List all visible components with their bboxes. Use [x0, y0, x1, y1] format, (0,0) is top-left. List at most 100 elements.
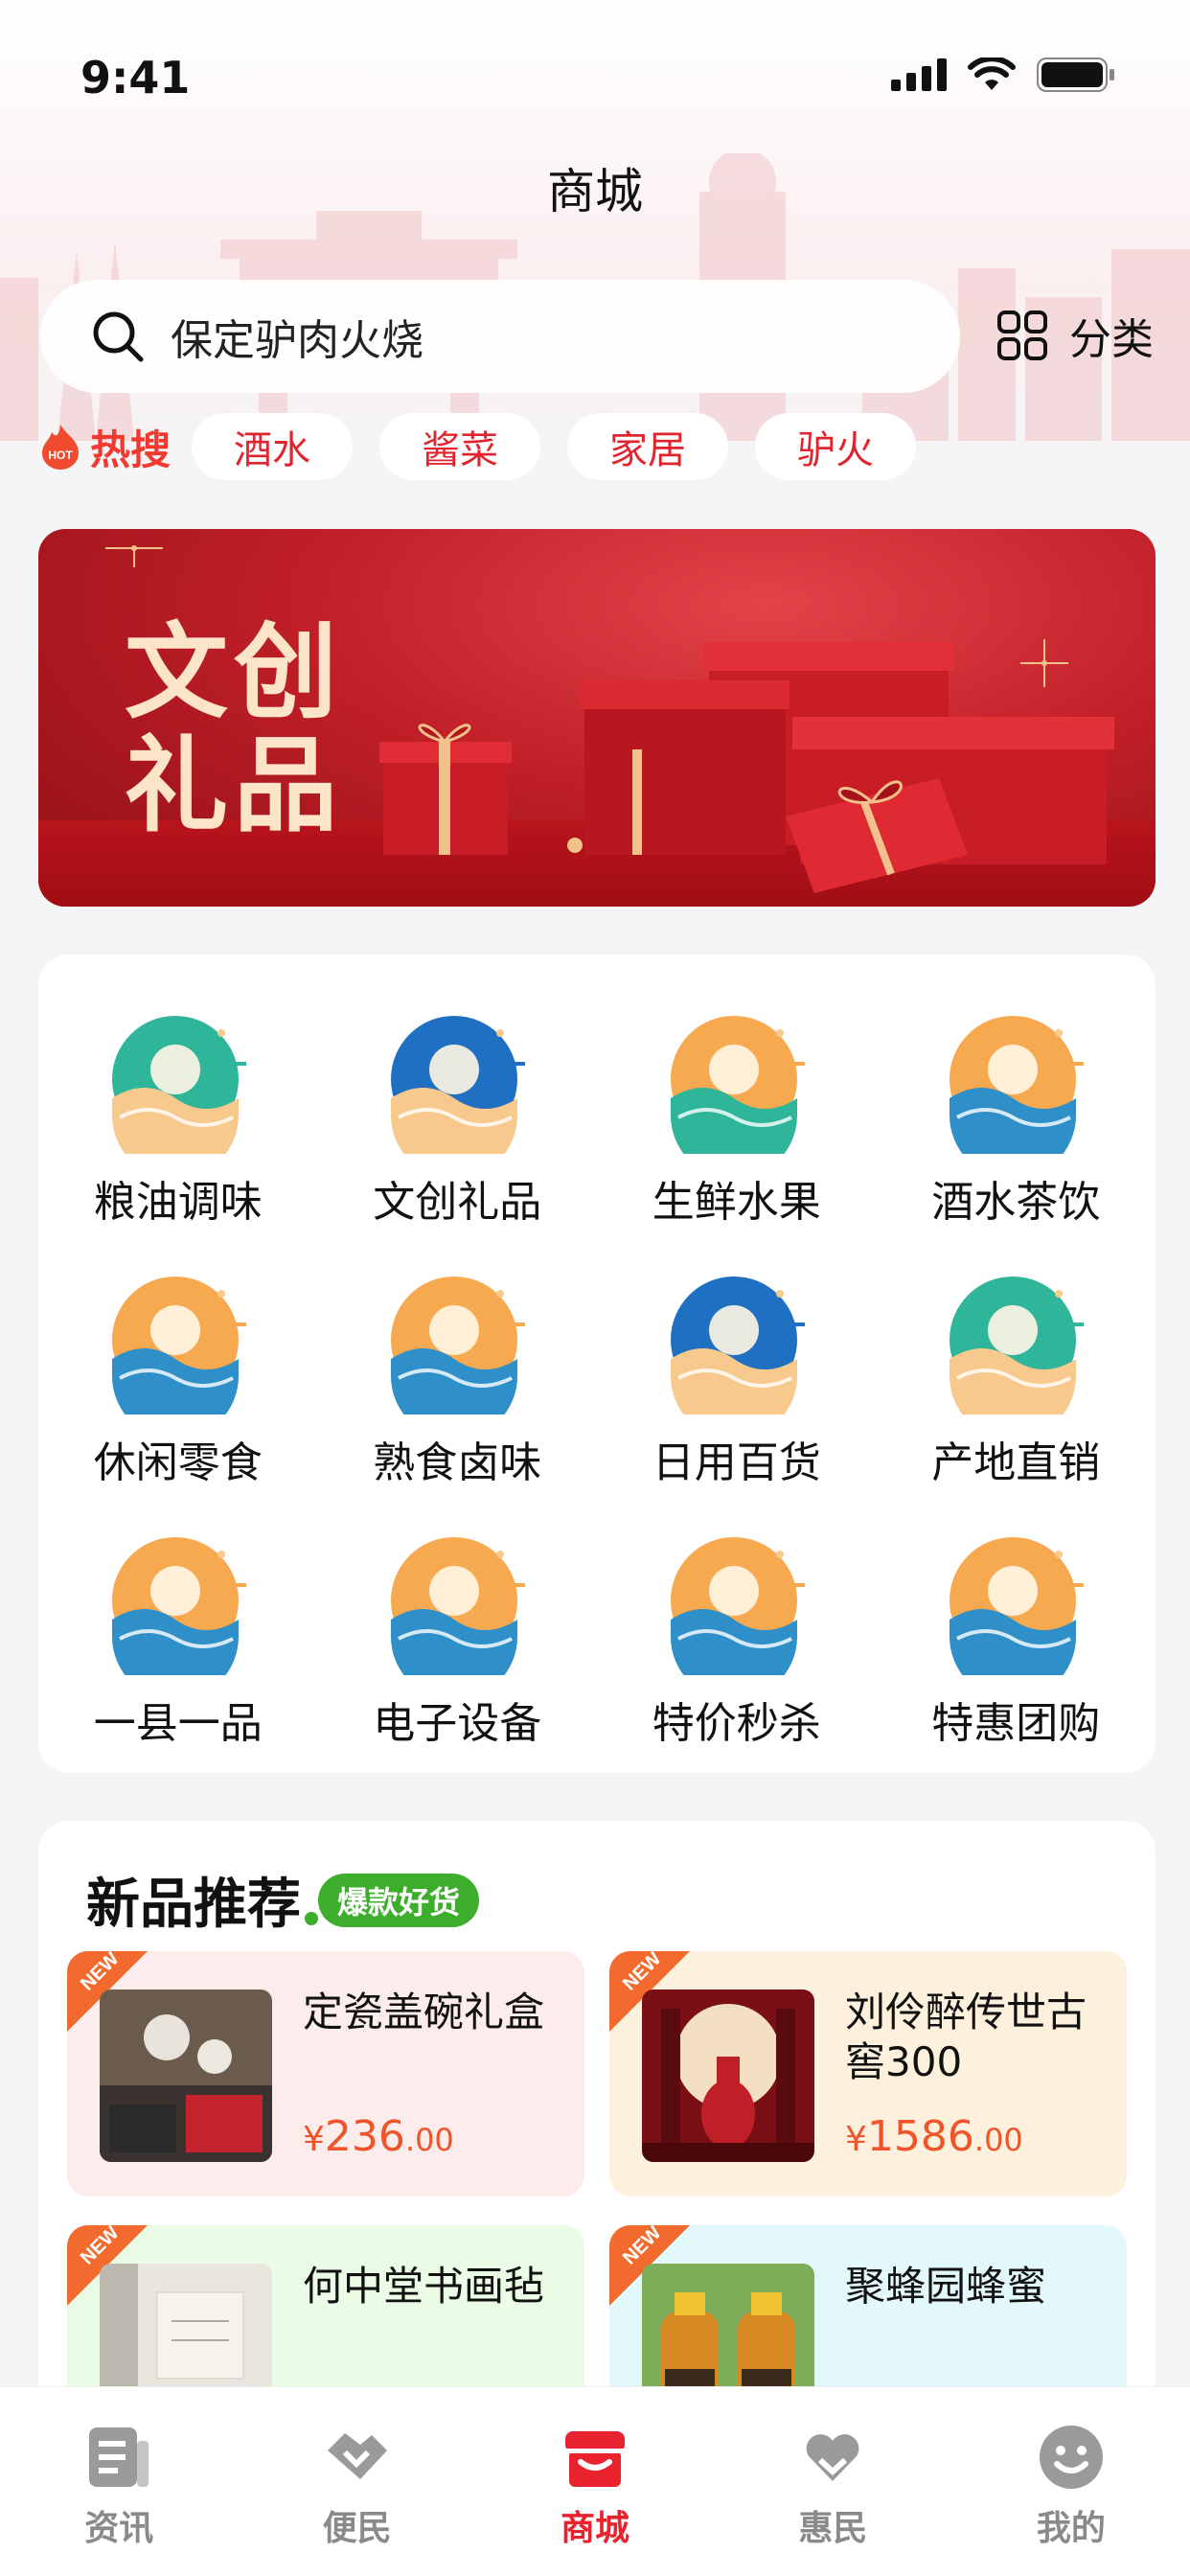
category-item[interactable]: 熟食卤味 [318, 1271, 598, 1489]
category-label: 特惠团购 [931, 1699, 1101, 1748]
tab-news[interactable]: 资讯 [0, 2387, 238, 2576]
lightning-icon [665, 1531, 809, 1700]
category-label: 酒水茶饮 [931, 1178, 1101, 1227]
category-item[interactable]: 酒水茶饮 [877, 1010, 1156, 1229]
gift-box-icon [665, 1271, 809, 1439]
product-price: ¥236.00 [303, 2112, 454, 2161]
search-icon [93, 311, 144, 362]
lotus-icon [944, 1271, 1087, 1439]
category-card: 粮油调味 文创礼品 生鲜水果 酒水茶饮休闲零食 熟食卤味 日用百货 产地直销一县一品 电子设备… [38, 954, 1156, 1773]
hot-flame-icon: HOT [42, 425, 79, 470]
status-icons [891, 58, 1115, 92]
category-label: 分类 [1069, 315, 1154, 364]
category-item[interactable]: 文创礼品 [318, 1010, 598, 1229]
new-products-header: 新品推荐 爆款好货 [86, 1861, 480, 1939]
category-grid: 粮油调味 文创礼品 生鲜水果 酒水茶饮休闲零食 熟食卤味 日用百货 产地直销一县一品 电子设备… [38, 1010, 1156, 1750]
cellular-signal-icon [891, 58, 947, 91]
status-bar: 9:41 [0, 0, 1190, 144]
category-label: 粮油调味 [93, 1178, 263, 1227]
product-card[interactable]: NEW 定瓷盖碗礼盒 ¥236.00 [67, 1951, 584, 2196]
product-image [100, 1990, 272, 2162]
liquor-bottle-photo [642, 1990, 814, 2162]
tab-label: 资讯 [84, 2509, 154, 2548]
heart-hands-icon [807, 2434, 859, 2481]
category-item[interactable]: 电子设备 [318, 1531, 598, 1750]
tab-label: 商城 [561, 2509, 630, 2548]
category-label: 熟食卤味 [373, 1438, 542, 1487]
hot-search-label: 热搜 [90, 426, 172, 473]
hot-search-badge: HOT 热搜 [38, 418, 171, 476]
category-label: 生鲜水果 [652, 1178, 821, 1227]
gift-boxes-illustration [105, 545, 1114, 893]
battery-icon [1037, 58, 1114, 92]
category-label: 休闲零食 [93, 1438, 263, 1487]
tab-mall[interactable]: 商城 [476, 2387, 714, 2576]
fan-icon [385, 1271, 529, 1439]
tab-label: 便民 [322, 2509, 392, 2548]
wine-jar-icon [944, 1010, 1087, 1179]
hot-chip[interactable]: 家居 [567, 413, 729, 480]
product-name: 何中堂书画毡 [303, 2263, 545, 2310]
price-currency: ¥ [845, 2120, 867, 2159]
county-skyline-icon [106, 1531, 250, 1700]
category-button[interactable]: 分类 [996, 305, 1154, 366]
profile-face-icon [1039, 2426, 1103, 2489]
product-price: ¥1586.00 [845, 2112, 1023, 2161]
tab-benefit[interactable]: 惠民 [714, 2387, 951, 2576]
product-name: 刘伶醉传世古窖300 [845, 1989, 1087, 2085]
category-label: 文创礼品 [373, 1178, 542, 1227]
store-icon [565, 2431, 626, 2487]
grain-oil-icon [106, 1010, 250, 1179]
hot-goods-tag: 爆款好货 [304, 1873, 480, 1927]
grid-category-icon [997, 310, 1047, 360]
news-icon [89, 2427, 149, 2487]
search-input[interactable]: 保定驴肉火烧 [40, 280, 960, 393]
hot-search-row: HOT 热搜 酒水 酱菜 家居 驴火 [38, 412, 943, 481]
category-item[interactable]: 日用百货 [597, 1271, 877, 1489]
category-item[interactable]: 特惠团购 [877, 1531, 1156, 1750]
page-title: 商城 [547, 164, 643, 219]
shopping-bag-icon [944, 1531, 1087, 1700]
price-integer: 1586 [866, 2112, 974, 2161]
category-item[interactable]: 特价秒杀 [597, 1531, 877, 1750]
tea-set-photo [100, 1990, 272, 2162]
status-time: 9:41 [80, 52, 191, 104]
hot-chip[interactable]: 驴火 [755, 413, 917, 480]
promo-banner[interactable]: 文创 礼品 [38, 529, 1156, 907]
price-integer: 236 [324, 2112, 405, 2161]
category-item[interactable]: 生鲜水果 [597, 1010, 877, 1229]
product-image [642, 1990, 814, 2162]
hot-chip[interactable]: 酱菜 [379, 413, 541, 480]
new-products-section: 新品推荐 爆款好货 NEW 定瓷盖碗礼盒 ¥236.00 NEW 刘伶醉传世古窖… [38, 1821, 1156, 2415]
price-currency: ¥ [303, 2120, 325, 2159]
phone-icon [385, 1531, 529, 1700]
handshake-icon [327, 2433, 387, 2479]
price-decimal: .00 [973, 2122, 1023, 2158]
hot-badge-text: HOT [48, 448, 73, 462]
search-value: 保定驴肉火烧 [171, 316, 423, 365]
snack-icon [106, 1271, 250, 1439]
fish-icon [665, 1010, 809, 1179]
category-item[interactable]: 粮油调味 [38, 1010, 318, 1229]
tab-label: 我的 [1036, 2509, 1106, 2548]
category-item[interactable]: 休闲零食 [38, 1271, 318, 1489]
tab-label: 惠民 [798, 2509, 868, 2548]
price-decimal: .00 [404, 2122, 454, 2158]
category-item[interactable]: 产地直销 [877, 1271, 1156, 1489]
category-label: 日用百货 [652, 1438, 821, 1487]
category-label: 产地直销 [931, 1438, 1101, 1487]
tab-convenience[interactable]: 便民 [238, 2387, 475, 2576]
product-name: 定瓷盖碗礼盒 [303, 1989, 545, 2036]
category-label: 电子设备 [373, 1699, 542, 1748]
category-label: 一县一品 [93, 1699, 263, 1748]
new-products-title: 新品推荐 [86, 1874, 301, 1936]
wifi-icon [968, 58, 1016, 90]
category-item[interactable]: 一县一品 [38, 1531, 318, 1750]
category-label: 特价秒杀 [652, 1699, 821, 1748]
lion-dance-icon [385, 1010, 529, 1179]
tab-mine[interactable]: 我的 [952, 2387, 1190, 2576]
product-name: 聚蜂园蜂蜜 [845, 2263, 1047, 2310]
hot-chip[interactable]: 酒水 [192, 413, 354, 480]
bottom-tab-bar: 资讯 便民 商城 惠民 我的 [0, 2386, 1190, 2576]
product-card[interactable]: NEW 刘伶醉传世古窖300 ¥1586.00 [609, 1951, 1127, 2196]
